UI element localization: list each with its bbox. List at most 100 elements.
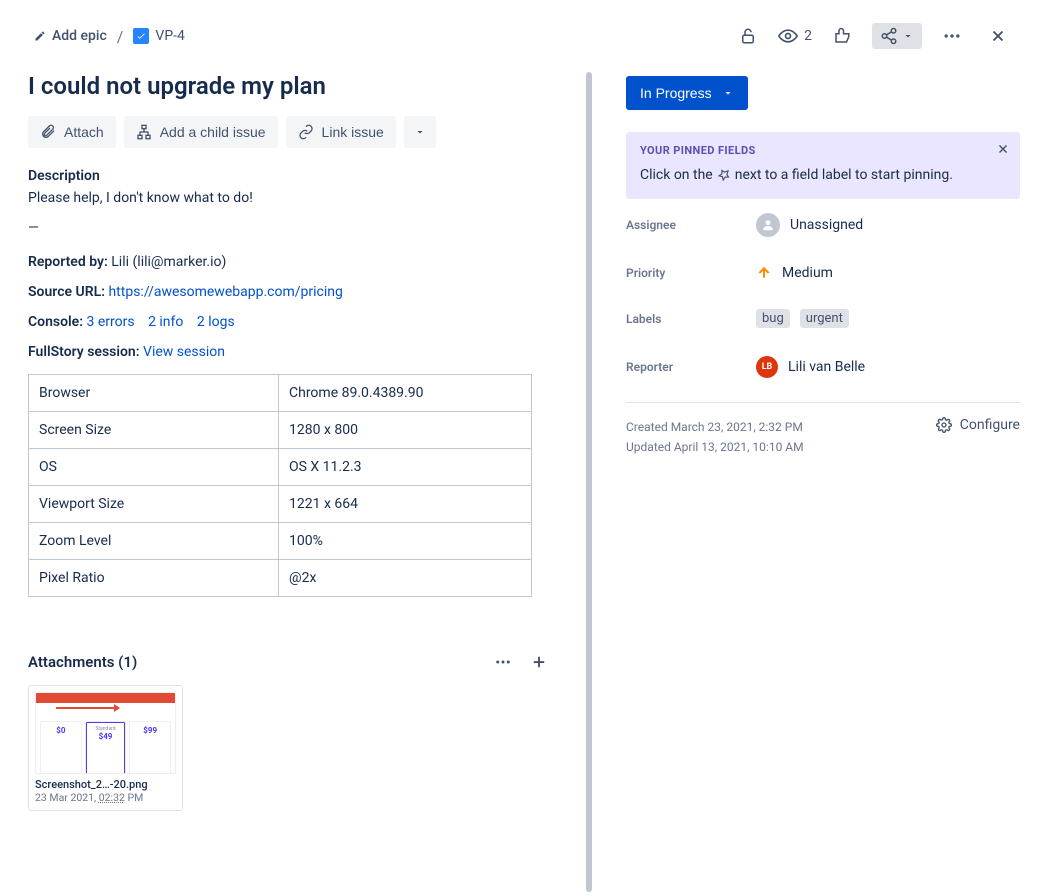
source-url-link[interactable]: https://awesomewebapp.com/pricing <box>108 284 342 300</box>
attachments-header: Attachments (1) <box>28 653 548 671</box>
meta-footer: Created March 23, 2021, 2:32 PM Updated … <box>626 403 1020 458</box>
issue-type-icon <box>133 28 149 44</box>
link-issue-button[interactable]: Link issue <box>286 116 396 148</box>
scrollbar[interactable] <box>584 64 598 896</box>
left-panel: I could not upgrade my plan Attach Add a… <box>0 64 584 896</box>
table-row: Zoom Level100% <box>29 523 532 560</box>
watch-count: 2 <box>804 28 812 44</box>
description-separator: — <box>28 220 584 236</box>
breadcrumb: Add epic / VP-4 <box>34 27 185 46</box>
link-issue-label: Link issue <box>322 124 384 140</box>
labels-field[interactable]: Labels bug urgent <box>626 295 1020 342</box>
status-label: In Progress <box>640 85 712 101</box>
add-child-button[interactable]: Add a child issue <box>124 116 278 148</box>
pinned-hint: Click on the next to a field label to st… <box>640 167 1006 183</box>
created-timestamp: Created March 23, 2021, 2:32 PM <box>626 417 804 437</box>
attachment-date: 23 Mar 2021, <box>35 791 96 804</box>
attachment-filename: Screenshot_2…-20.png <box>35 778 176 791</box>
share-button[interactable] <box>872 23 922 49</box>
chevron-down-icon <box>722 87 734 99</box>
priority-field[interactable]: Priority Medium <box>626 251 1020 295</box>
add-epic-link[interactable]: Add epic <box>34 28 107 44</box>
table-row: Viewport Size1221 x 664 <box>29 486 532 523</box>
label-tag[interactable]: urgent <box>800 309 849 328</box>
issue-title[interactable]: I could not upgrade my plan <box>28 72 584 100</box>
configure-button[interactable]: Configure <box>936 417 1020 433</box>
description-heading: Description <box>28 168 584 184</box>
source-url-label: Source URL: <box>28 284 105 300</box>
reporter-label: Reporter <box>626 360 756 374</box>
assignee-field[interactable]: Assignee Unassigned <box>626 199 1020 251</box>
more-actions-button[interactable] <box>936 20 968 52</box>
reported-by-label: Reported by: <box>28 254 108 270</box>
env-val: 100% <box>279 523 532 560</box>
like-button[interactable] <box>826 20 858 52</box>
pinned-close-button[interactable] <box>996 142 1010 156</box>
attachments-heading: Attachments (1) <box>28 653 137 671</box>
table-row: OSOS X 11.2.3 <box>29 449 532 486</box>
attach-button[interactable]: Attach <box>28 116 116 148</box>
issue-key-link[interactable]: VP-4 <box>133 28 184 44</box>
reporter-value: Lili van Belle <box>788 359 865 375</box>
description-body[interactable]: Please help, I don't know what to do! <box>28 190 584 206</box>
console-row: Console: 3 errors 2 info 2 logs <box>28 314 584 330</box>
chevron-down-icon <box>902 30 914 42</box>
breadcrumb-separator: / <box>117 27 124 46</box>
unassigned-avatar-icon <box>756 213 780 237</box>
env-val: @2x <box>279 560 532 597</box>
attachment-thumbnail: $0 Standard$49 $99 <box>29 686 182 774</box>
fullstory-row: FullStory session: View session <box>28 344 584 360</box>
status-button[interactable]: In Progress <box>626 76 748 110</box>
gear-icon <box>936 417 952 433</box>
reported-by-value: Lili (lili@marker.io) <box>111 254 226 270</box>
console-errors-link[interactable]: 3 errors <box>87 314 135 330</box>
reported-by-row: Reported by: Lili (lili@marker.io) <box>28 254 584 270</box>
env-key: Screen Size <box>29 412 279 449</box>
issue-key-label: VP-4 <box>155 28 184 44</box>
chevron-down-icon <box>414 126 426 138</box>
pin-icon <box>717 168 731 182</box>
reporter-field[interactable]: Reporter LB Lili van Belle <box>626 342 1020 392</box>
priority-medium-icon <box>756 265 772 281</box>
environment-table: BrowserChrome 89.0.4389.90 Screen Size12… <box>28 374 532 597</box>
priority-label: Priority <box>626 266 756 280</box>
env-key: Browser <box>29 375 279 412</box>
right-panel: In Progress YOUR PINNED FIELDS Click on … <box>598 64 1038 896</box>
link-issue-dropdown[interactable] <box>404 116 436 148</box>
action-row: Attach Add a child issue Link issue <box>28 116 584 148</box>
console-label: Console: <box>28 314 83 330</box>
fullstory-link[interactable]: View session <box>143 344 225 360</box>
env-key: Zoom Level <box>29 523 279 560</box>
attachments-more-button[interactable] <box>494 653 512 671</box>
console-logs-link[interactable]: 2 logs <box>197 314 235 330</box>
env-key: Pixel Ratio <box>29 560 279 597</box>
close-button[interactable] <box>982 20 1014 52</box>
table-row: Pixel Ratio@2x <box>29 560 532 597</box>
configure-label: Configure <box>960 417 1020 433</box>
pinned-heading: YOUR PINNED FIELDS <box>640 144 1006 157</box>
pencil-icon <box>34 30 46 42</box>
attachment-time: 02:32 <box>99 791 125 804</box>
attachment-footer: Screenshot_2…-20.png 23 Mar 2021, 02:32 … <box>29 774 182 810</box>
attachment-ampm: PM <box>128 791 144 804</box>
attachment-card[interactable]: $0 Standard$49 $99 Screenshot_2…-20.png … <box>28 685 183 811</box>
console-info-link[interactable]: 2 info <box>148 314 183 330</box>
add-child-label: Add a child issue <box>160 124 266 140</box>
priority-value: Medium <box>782 265 833 281</box>
env-key: Viewport Size <box>29 486 279 523</box>
env-val: 1280 x 800 <box>279 412 532 449</box>
assignee-label: Assignee <box>626 218 756 232</box>
assignee-value: Unassigned <box>790 217 863 233</box>
pinned-fields-box: YOUR PINNED FIELDS Click on the next to … <box>626 132 1020 199</box>
watch-button[interactable]: 2 <box>778 26 812 46</box>
label-tag[interactable]: bug <box>756 309 790 328</box>
env-val: Chrome 89.0.4389.90 <box>279 375 532 412</box>
attachments-add-button[interactable] <box>530 653 548 671</box>
top-actions: 2 <box>732 20 1014 52</box>
labels-label: Labels <box>626 312 756 326</box>
env-val: 1221 x 664 <box>279 486 532 523</box>
table-row: Screen Size1280 x 800 <box>29 412 532 449</box>
table-row: BrowserChrome 89.0.4389.90 <box>29 375 532 412</box>
lock-button[interactable] <box>732 20 764 52</box>
top-bar: Add epic / VP-4 2 <box>0 0 1038 64</box>
